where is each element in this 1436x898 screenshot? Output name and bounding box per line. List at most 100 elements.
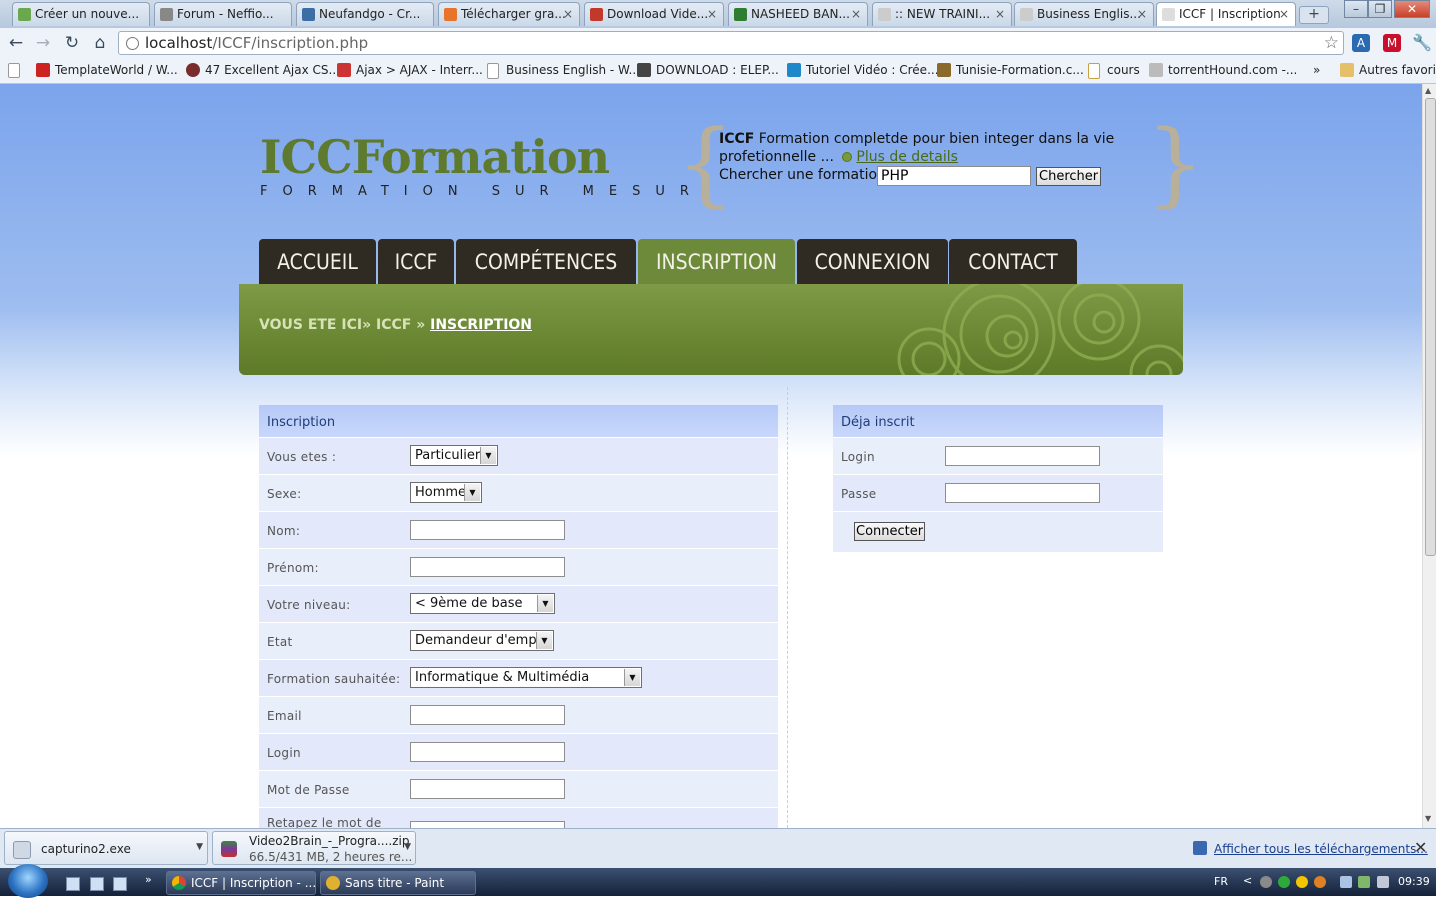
- swirl-decoration: [897, 284, 1183, 375]
- download-item[interactable]: capturino2.exe ▼: [4, 831, 208, 865]
- tray-icon[interactable]: [1260, 876, 1272, 888]
- bookmark-item[interactable]: Tunisie-Formation.c...: [937, 62, 1084, 78]
- forward-icon[interactable]: →: [32, 32, 54, 54]
- bookmarks-overflow-button[interactable]: »: [1313, 62, 1320, 78]
- login-input[interactable]: [410, 742, 565, 762]
- quicklaunch-icon[interactable]: [90, 877, 104, 891]
- prenom-input[interactable]: [410, 557, 565, 577]
- quicklaunch-icon[interactable]: [113, 877, 127, 891]
- taskbar-item-browser[interactable]: ICCF | Inscription - ...: [166, 871, 316, 895]
- taskbar-item-paint[interactable]: Sans titre - Paint: [320, 871, 476, 895]
- tray-icon[interactable]: [1278, 876, 1290, 888]
- close-icon[interactable]: ×: [995, 3, 1005, 25]
- tray-icon[interactable]: [1314, 876, 1326, 888]
- formation-select[interactable]: Informatique & Multimédia ▼: [410, 667, 642, 688]
- chevron-down-icon[interactable]: ▼: [404, 842, 411, 852]
- browser-tab[interactable]: Télécharger gra... ×: [438, 2, 580, 26]
- start-button[interactable]: [8, 864, 48, 898]
- bookmark-item[interactable]: Ajax > AJAX - Interr...: [337, 62, 483, 78]
- back-icon[interactable]: ←: [5, 32, 27, 54]
- connect-button[interactable]: Connecter: [854, 522, 926, 541]
- niveau-select[interactable]: < 9ème de base ▼: [410, 593, 555, 614]
- window-close-button[interactable]: ✕: [1394, 0, 1430, 18]
- sexe-select[interactable]: Homme ▼: [410, 482, 482, 503]
- bookmark-item[interactable]: DOWNLOAD : ELEP...: [637, 62, 779, 78]
- bookmark-label: Business English - W...: [506, 63, 640, 77]
- bookmark-item[interactable]: Tutoriel Vidéo : Crée...: [787, 62, 939, 78]
- close-icon[interactable]: ×: [563, 3, 573, 25]
- browser-tab[interactable]: Download Vide... ×: [584, 2, 724, 26]
- new-tab-button[interactable]: +: [1299, 6, 1329, 24]
- nom-input[interactable]: [410, 520, 565, 540]
- browser-tab[interactable]: Business Englis... ×: [1014, 2, 1154, 26]
- language-indicator[interactable]: FR: [1214, 875, 1228, 888]
- close-icon[interactable]: ×: [1137, 3, 1147, 25]
- close-icon[interactable]: ×: [1279, 3, 1289, 25]
- bookmark-item[interactable]: 47 Excellent Ajax CS...: [186, 62, 340, 78]
- other-bookmarks-folder[interactable]: Autres favoris: [1340, 62, 1436, 78]
- page-icon: [126, 37, 139, 50]
- extension-icon[interactable]: A: [1352, 34, 1370, 52]
- chevron-down-icon[interactable]: ▼: [196, 842, 203, 852]
- password-field[interactable]: [945, 483, 1100, 503]
- nav-tab-accueil[interactable]: ACCUEIL: [259, 239, 376, 284]
- close-icon[interactable]: ×: [851, 3, 861, 25]
- tray-expand-icon[interactable]: <: [1243, 874, 1252, 887]
- bookmark-favicon: [487, 63, 499, 79]
- quicklaunch-icon[interactable]: [66, 877, 80, 891]
- bookmark-favicon: [1088, 63, 1100, 79]
- nav-tab-iccf[interactable]: ICCF: [378, 239, 454, 284]
- breadcrumb-current[interactable]: INSCRIPTION: [430, 317, 532, 333]
- search-input[interactable]: [877, 166, 1031, 186]
- reload-icon[interactable]: ↻: [61, 32, 83, 54]
- email-input[interactable]: [410, 705, 565, 725]
- vertical-scrollbar[interactable]: ▲ ▼: [1422, 84, 1436, 828]
- download-item[interactable]: Video2Brain_-_Progra....zip 66.5/431 MB,…: [212, 831, 416, 865]
- bookmark-item[interactable]: TemplateWorld / W...: [36, 62, 178, 78]
- browser-tab[interactable]: Forum - Neffio...: [154, 2, 292, 26]
- browser-tab[interactable]: NASHEED BAN... ×: [728, 2, 868, 26]
- browser-tab[interactable]: :: NEW TRAINI... ×: [872, 2, 1012, 26]
- search-button[interactable]: Chercher: [1036, 167, 1102, 186]
- address-bar[interactable]: localhost/ICCF/inscription.php ☆: [118, 31, 1344, 55]
- nav-tab-contact[interactable]: CONTACT: [949, 239, 1077, 284]
- bookmark-item[interactable]: torrentHound.com -...: [1149, 62, 1297, 78]
- browser-tab-active[interactable]: ICCF | Inscription ×: [1156, 2, 1296, 26]
- scroll-up-icon[interactable]: ▲: [1425, 86, 1431, 95]
- scroll-down-icon[interactable]: ▼: [1425, 814, 1431, 823]
- quicklaunch-overflow-icon[interactable]: »: [145, 873, 152, 886]
- network-icon[interactable]: [1340, 876, 1352, 888]
- battery-icon[interactable]: [1358, 876, 1370, 888]
- wrench-icon[interactable]: 🔧: [1412, 34, 1432, 52]
- password-confirm-input[interactable]: [410, 821, 565, 828]
- etat-select[interactable]: Demandeur d'emploi ▼: [410, 630, 554, 651]
- tab-label: Download Vide...: [607, 7, 709, 21]
- maximize-button[interactable]: ❐: [1368, 0, 1392, 18]
- password-input[interactable]: [410, 779, 565, 799]
- select-value: Demandeur d'emploi: [415, 633, 552, 648]
- nav-tab-competences[interactable]: COMPÉTENCES: [456, 239, 636, 284]
- home-icon[interactable]: ⌂: [89, 32, 111, 54]
- gmail-icon[interactable]: M: [1383, 34, 1401, 52]
- scrollbar-thumb[interactable]: [1425, 98, 1436, 556]
- nav-tab-inscription[interactable]: INSCRIPTION: [638, 239, 795, 284]
- minimize-button[interactable]: –: [1344, 0, 1368, 18]
- browser-tab[interactable]: Créer un nouve...: [12, 2, 150, 26]
- warning-icon[interactable]: [1296, 876, 1308, 888]
- close-icon[interactable]: ×: [707, 3, 717, 25]
- site-logo[interactable]: ICCFormation: [260, 130, 610, 184]
- close-icon[interactable]: ✕: [1414, 838, 1427, 857]
- nav-tab-connexion[interactable]: CONNEXION: [797, 239, 948, 284]
- bookmark-item[interactable]: cours: [1088, 62, 1140, 79]
- vous-etes-select[interactable]: Particulier ▼: [410, 445, 498, 466]
- login-field[interactable]: [945, 446, 1100, 466]
- field-label: Formation sauhaitée:: [267, 672, 401, 686]
- show-all-downloads-link[interactable]: Afficher tous les téléchargements...: [1214, 842, 1428, 856]
- browser-tab[interactable]: Neufandgo - Cr...: [296, 2, 434, 26]
- bookmark-item[interactable]: Business English - W...: [487, 62, 640, 79]
- more-details-link[interactable]: Plus de details: [856, 149, 958, 165]
- volume-icon[interactable]: [1377, 876, 1389, 888]
- system-clock[interactable]: 09:39: [1398, 875, 1430, 888]
- breadcrumb-link-iccf[interactable]: ICCF: [376, 317, 411, 333]
- star-icon[interactable]: ☆: [1324, 32, 1339, 54]
